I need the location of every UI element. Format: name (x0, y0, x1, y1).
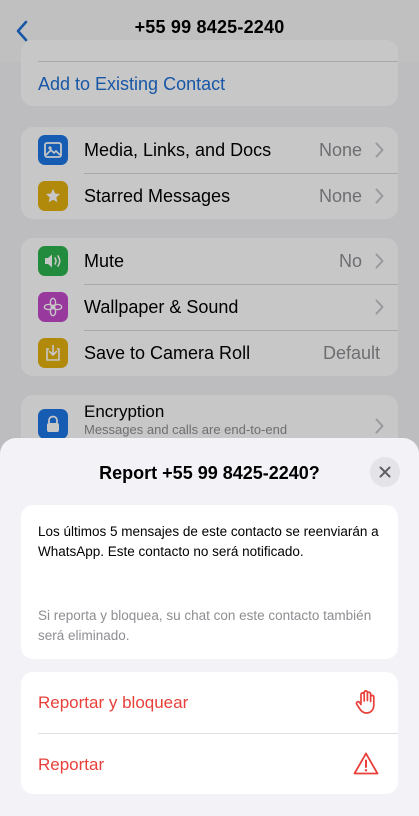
report-label: Reportar (38, 755, 105, 774)
report-and-block-label: Reportar y bloquear (38, 693, 189, 712)
contact-info-screen: +55 99 8425-2240 Add to Existing Contact… (0, 0, 419, 816)
report-actions-card: Reportar y bloquear Reportar (21, 672, 398, 794)
report-secondary-text: Si reporta y bloquea, su chat con este c… (38, 608, 372, 643)
report-info-card: Los últimos 5 mensajes de este contacto … (21, 505, 398, 659)
warning-triangle-icon (353, 752, 379, 775)
hand-stop-icon (355, 690, 375, 714)
close-icon (379, 466, 391, 478)
report-and-block-button[interactable]: Reportar y bloquear (21, 672, 398, 733)
close-button[interactable] (370, 457, 400, 487)
report-info-text: Los últimos 5 mensajes de este contacto … (38, 524, 379, 559)
report-sheet: Report +55 99 8425-2240? Los últimos 5 m… (0, 438, 419, 816)
report-sheet-title: Report +55 99 8425-2240? (99, 463, 320, 483)
report-button[interactable]: Reportar (21, 734, 398, 795)
